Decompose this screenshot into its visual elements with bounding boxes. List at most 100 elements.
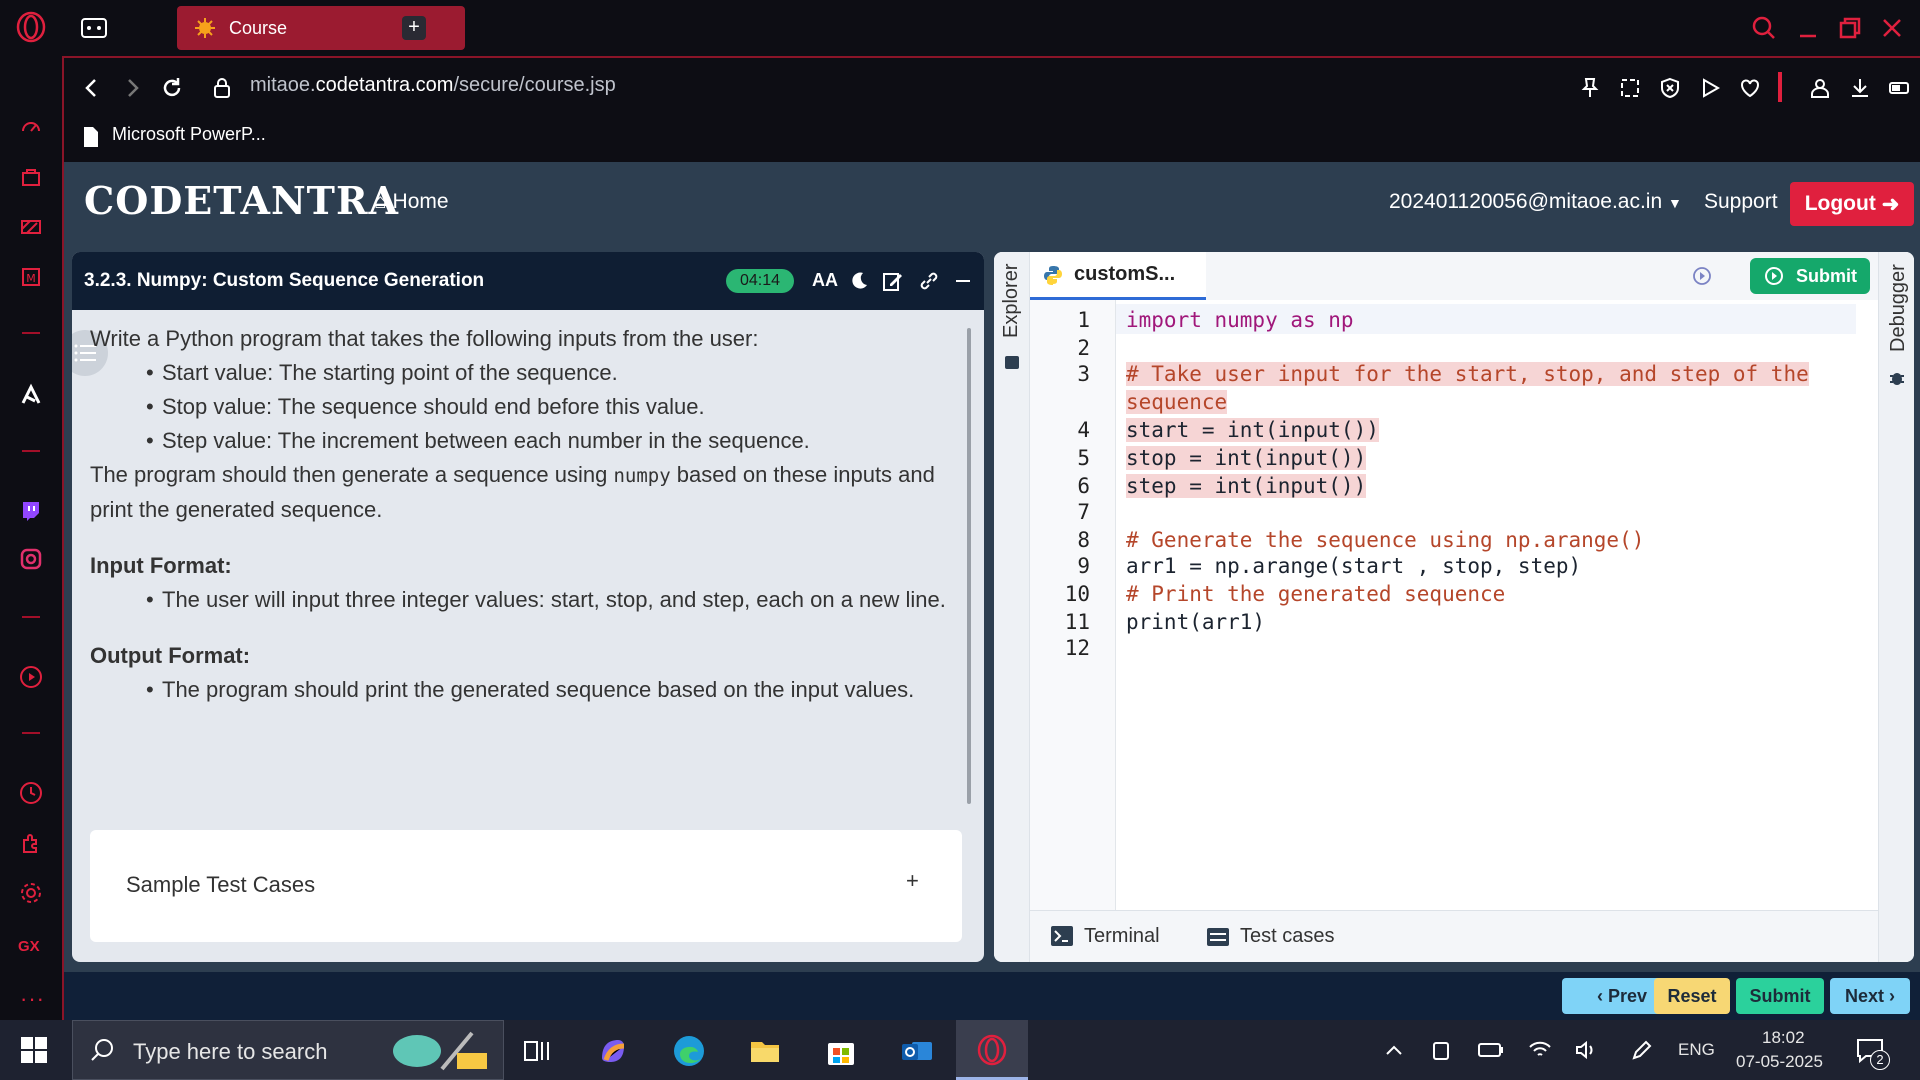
link-icon[interactable] <box>918 270 940 292</box>
clock-time[interactable]: 18:02 <box>1762 1028 1805 1048</box>
web-page: CODETANTRA ⌂ Home 202401120056@mitaoe.ac… <box>62 162 1920 1020</box>
file-explorer-icon[interactable] <box>748 1034 782 1068</box>
test-cases-tab[interactable]: Test cases <box>1240 925 1334 948</box>
home-link[interactable]: ⌂ Home <box>374 190 449 214</box>
support-link[interactable]: Support <box>1704 190 1778 214</box>
logout-button[interactable]: Logout ➜ <box>1790 182 1914 226</box>
restore-icon[interactable] <box>1836 14 1864 42</box>
reload-icon[interactable] <box>160 76 184 100</box>
workspace-icon[interactable] <box>80 16 108 40</box>
taskbar-search[interactable]: Type here to search <box>72 1020 504 1080</box>
settings-icon[interactable] <box>18 880 44 906</box>
pin-icon[interactable] <box>1578 76 1602 100</box>
edit-icon[interactable] <box>882 270 904 292</box>
shopping-icon[interactable] <box>18 164 44 190</box>
player-icon[interactable] <box>18 664 44 690</box>
terminal-tab[interactable]: Terminal <box>1084 925 1160 948</box>
file-tab[interactable]: customS... <box>1030 252 1206 300</box>
opera-taskbar-button[interactable] <box>956 1020 1028 1080</box>
back-icon[interactable] <box>80 76 104 100</box>
svg-text:M: M <box>26 272 36 285</box>
expand-icon[interactable]: + <box>906 868 919 894</box>
code-line: step = int(input()) <box>1126 474 1367 498</box>
history-icon[interactable] <box>18 780 44 806</box>
logout-icon: ➜ <box>1881 192 1900 216</box>
pen-icon[interactable] <box>1630 1040 1652 1062</box>
reset-button[interactable]: Reset <box>1654 978 1730 1014</box>
minimize-icon[interactable] <box>1794 14 1822 42</box>
input-format-heading: Input Format: <box>90 553 232 578</box>
scrollbar[interactable] <box>967 328 971 804</box>
document-icon <box>82 126 100 148</box>
user-menu[interactable]: 202401120056@mitaoe.ac.in ▼ <box>1389 190 1682 214</box>
code-line: start = int(input()) <box>1126 418 1379 442</box>
aria-icon[interactable] <box>18 382 44 408</box>
file-name: customS... <box>1074 263 1176 285</box>
games-icon[interactable] <box>18 214 44 240</box>
code-line: # Print the generated sequence <box>1126 582 1506 606</box>
search-tabs-icon[interactable] <box>1750 14 1778 42</box>
codetantra-logo[interactable]: CODETANTRA <box>84 178 399 223</box>
close-icon[interactable] <box>1878 14 1906 42</box>
explorer-label[interactable]: Explorer <box>1000 264 1023 338</box>
question-panel: 3.2.3. Numpy: Custom Sequence Generation… <box>72 252 984 962</box>
wifi-icon[interactable] <box>1528 1040 1552 1060</box>
outlook-icon[interactable] <box>900 1034 934 1068</box>
gx-mods-icon[interactable]: M <box>18 264 44 290</box>
next-button[interactable]: Next › <box>1830 978 1910 1014</box>
tray-chevron-icon[interactable] <box>1384 1042 1404 1058</box>
language-indicator[interactable]: ENG <box>1678 1040 1715 1060</box>
run-icon[interactable] <box>1692 266 1712 286</box>
dark-mode-icon[interactable] <box>848 270 870 292</box>
gx-label[interactable]: GX <box>18 938 40 955</box>
font-size-icon[interactable]: AA <box>812 270 838 292</box>
speed-dial-icon[interactable] <box>18 114 44 140</box>
twitch-icon[interactable] <box>18 498 44 524</box>
bug-icon <box>1887 368 1907 388</box>
play-icon[interactable] <box>1698 76 1722 100</box>
copilot-icon[interactable] <box>596 1034 630 1068</box>
extensions-icon[interactable] <box>18 830 44 856</box>
tab-strip: Course + <box>62 0 1920 56</box>
windows-start-icon[interactable] <box>20 1036 48 1064</box>
windows-taskbar: Type here to search ENG 18:02 07-05-2025… <box>0 1020 1920 1080</box>
line-number: 1 <box>1077 308 1090 332</box>
url-field[interactable]: mitaoe.codetantra.com/secure/course.jsp <box>250 74 616 97</box>
collapse-icon[interactable] <box>952 270 974 292</box>
meet-icon[interactable] <box>1430 1040 1452 1062</box>
battery-icon[interactable] <box>1478 1042 1504 1058</box>
bookmarks-bar: Microsoft PowerP... <box>62 114 1920 162</box>
edge-icon[interactable] <box>672 1034 706 1068</box>
line-number: 5 <box>1077 446 1090 470</box>
code-editor[interactable]: 1 2 3 4 5 6 7 8 9 10 11 12 import numpy … <box>1030 300 1878 910</box>
instagram-icon[interactable] <box>18 546 44 572</box>
store-icon[interactable] <box>824 1034 858 1068</box>
lock-icon[interactable] <box>210 76 234 100</box>
submit-button[interactable]: Submit <box>1736 978 1824 1014</box>
terminal-icon <box>1050 925 1074 947</box>
profile-icon[interactable] <box>1808 76 1832 100</box>
more-icon[interactable]: ··· <box>20 986 45 1012</box>
bullet-stop: Stop value: The sequence should end befo… <box>90 390 952 424</box>
download-icon[interactable] <box>1848 76 1872 100</box>
volume-icon[interactable] <box>1574 1040 1598 1060</box>
explorer-sidebar[interactable]: Explorer <box>994 252 1030 962</box>
bookmark-powerpoint[interactable]: Microsoft PowerP... <box>112 124 266 145</box>
battery-saver-icon[interactable] <box>1888 76 1912 100</box>
new-tab-button[interactable]: + <box>402 16 426 40</box>
sample-test-cases[interactable]: Sample Test Cases + <box>90 830 962 942</box>
snapshot-icon[interactable] <box>1618 76 1642 100</box>
heart-icon[interactable] <box>1738 76 1762 100</box>
adblock-icon[interactable] <box>1658 76 1682 100</box>
debugger-sidebar[interactable]: Debugger <box>1878 252 1914 962</box>
forward-icon[interactable] <box>120 76 144 100</box>
clock-date[interactable]: 07-05-2025 <box>1736 1052 1823 1072</box>
line-number: 3 <box>1077 362 1090 386</box>
line-number: 6 <box>1077 474 1090 498</box>
debugger-label[interactable]: Debugger <box>1887 264 1910 352</box>
task-view-icon[interactable] <box>520 1034 554 1068</box>
line-number: 8 <box>1077 528 1090 552</box>
opera-logo-icon[interactable] <box>14 10 48 44</box>
submit-code-button[interactable]: Submit <box>1750 258 1870 294</box>
input-format-text: The user will input three integer values… <box>90 583 952 617</box>
